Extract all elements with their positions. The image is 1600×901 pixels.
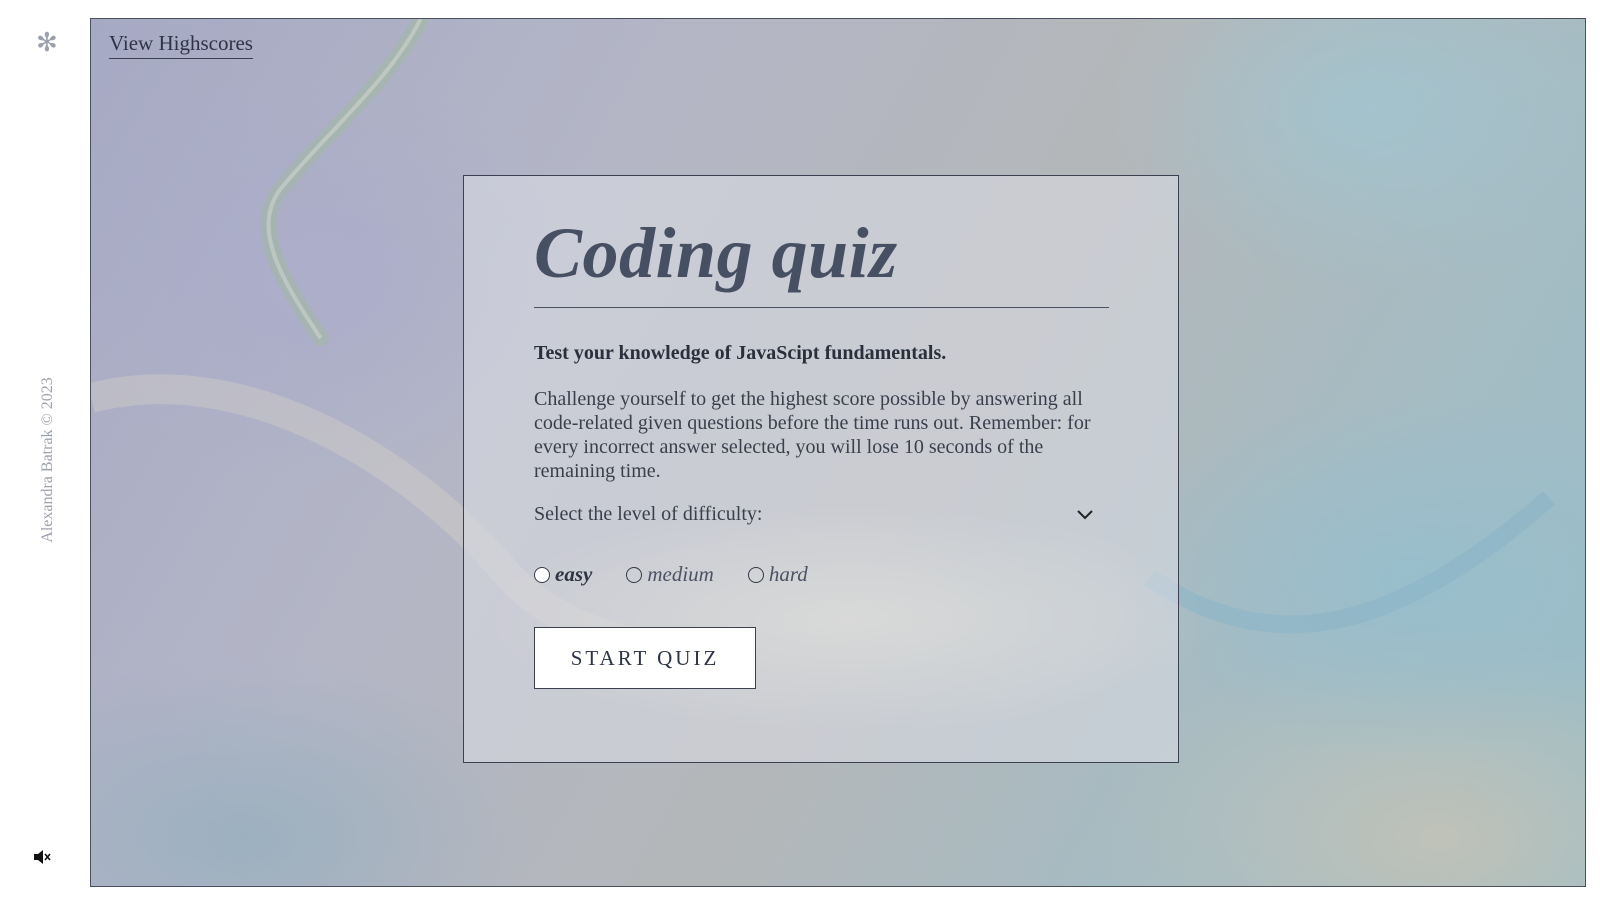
sound-toggle-button[interactable] xyxy=(32,848,52,866)
title-divider xyxy=(534,307,1109,309)
difficulty-prompt: Select the level of difficulty: xyxy=(534,503,763,526)
page: ✻ Alexandra Batrak © 2023 View Highscore… xyxy=(0,0,1600,901)
radio-label-hard: hard xyxy=(768,562,808,587)
speaker-muted-icon xyxy=(34,850,51,864)
page-title: Coding quiz xyxy=(534,213,898,293)
radio-medium[interactable] xyxy=(626,566,643,583)
radio-label-medium: medium xyxy=(647,562,714,587)
copyright-text: Alexandra Batrak © 2023 xyxy=(39,377,56,543)
difficulty-toggle[interactable]: Select the level of difficulty: xyxy=(534,503,1094,526)
start-quiz-button[interactable]: START QUIZ xyxy=(534,627,756,690)
chevron-down-icon xyxy=(1077,509,1093,520)
quiz-description: Challenge yourself to get the highest sc… xyxy=(534,388,1091,483)
radio-hard[interactable] xyxy=(747,566,764,583)
quiz-stage: View Highscores Coding quiz Test your kn… xyxy=(90,18,1586,887)
difficulty-option-medium[interactable]: medium xyxy=(626,562,714,587)
difficulty-option-easy[interactable]: easy xyxy=(534,562,592,587)
quiz-subtitle: Test your knowledge of JavaScipt fundame… xyxy=(534,342,947,365)
asterisk-icon[interactable]: ✻ xyxy=(36,30,58,56)
difficulty-options: easy medium hard xyxy=(534,562,1108,587)
quiz-intro-card: Coding quiz Test your knowledge of JavaS… xyxy=(463,175,1179,763)
radio-label-easy: easy xyxy=(555,562,593,587)
radio-easy[interactable] xyxy=(534,566,550,583)
difficulty-option-hard[interactable]: hard xyxy=(747,562,808,587)
view-highscores-link[interactable]: View Highscores xyxy=(109,31,253,59)
